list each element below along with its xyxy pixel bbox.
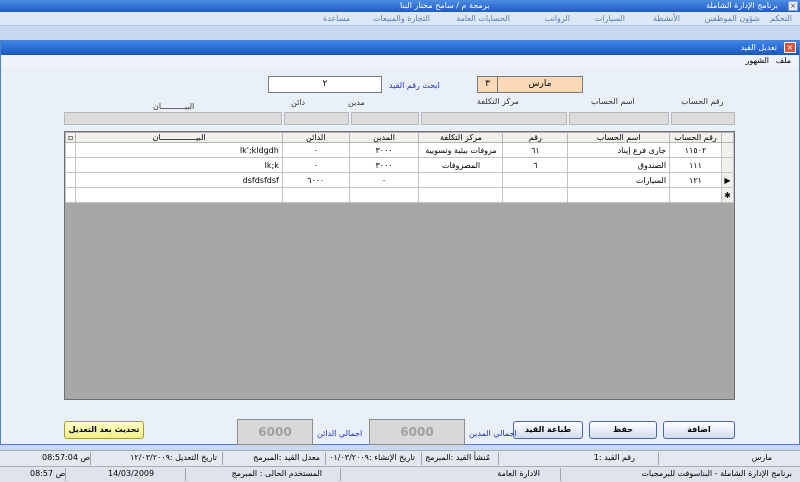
cell-credit[interactable]: ٠ — [281, 157, 350, 173]
cost-center-input[interactable] — [421, 112, 567, 125]
account-no-input[interactable] — [671, 112, 735, 125]
print-entry-button[interactable]: طباعة القيد — [513, 421, 583, 439]
account-name-input[interactable] — [569, 112, 669, 125]
menu-months[interactable]: الشهور — [746, 56, 769, 65]
status-created-date: تاريخ الإنشاء :٠١/٠٣/٢٠٠٩ — [329, 453, 415, 462]
app-subtitle: برمجة م / سامح مختار البنا — [400, 1, 490, 10]
total-credit-label: اجمالي الدائن — [317, 429, 363, 438]
menu-control[interactable]: التحكم — [770, 14, 792, 23]
menu-sales[interactable]: التجارة والمبيعات — [373, 14, 430, 23]
save-button[interactable]: حفظ — [589, 421, 657, 439]
debit-label: مدين — [348, 98, 365, 107]
status-app-name: برنامج الإدارة الشاملة - البناسوفت للبرم… — [641, 469, 792, 478]
col-credit[interactable]: الدائن — [281, 132, 350, 143]
window-title-bar: تعديل القيد × — [1, 41, 799, 55]
cell-debit[interactable]: ٣٠٠٠ — [348, 157, 420, 173]
app-title-bar: برنامج الإدارة الشاملة برمجة م / سامح مخ… — [0, 0, 800, 12]
cell-account-no[interactable]: ١١٥٠٢ — [669, 142, 722, 158]
credit-label: دائن — [291, 98, 306, 107]
menu-activities[interactable]: الأنشطة — [653, 14, 680, 23]
cell-account-name[interactable]: جارى فرع إيناد — [567, 142, 671, 158]
status-time: ص 08:57:04 — [42, 453, 91, 462]
debit-input[interactable] — [351, 112, 419, 125]
cost-center-label: مركز التكلفة — [477, 97, 519, 106]
cell-account-name[interactable]: الصندوق — [567, 157, 671, 173]
update-after-edit-button[interactable]: تحديث بعد التعديل — [64, 421, 144, 439]
close-icon[interactable]: × — [788, 1, 798, 11]
col-num[interactable]: رقم — [502, 132, 569, 143]
col-account-no[interactable]: رقم الحساب — [669, 132, 722, 143]
status-created-by: مُنشأ القيد :المبرمج — [425, 453, 490, 462]
status-month: مارس — [751, 453, 772, 462]
cell-debit[interactable]: ٣٠٠٠ — [348, 142, 420, 158]
entry-status-bar: مارس رقم القيد :1 مُنشأ القيد :المبرمج ت… — [0, 450, 800, 466]
cell-credit[interactable]: ٦٠٠٠ — [281, 172, 350, 188]
cell-description[interactable]: lk;k — [75, 157, 283, 173]
description-label: البيــــــــــان — [153, 102, 195, 111]
cell-account-no[interactable]: ١١١ — [669, 157, 722, 173]
cell-description[interactable]: lk';kldgdh — [75, 142, 283, 158]
app-status-bar: برنامج الإدارة الشاملة - البناسوفت للبرم… — [0, 466, 800, 482]
month-field[interactable]: مارس — [497, 76, 583, 93]
col-cost-center[interactable]: مركز التكلفة — [418, 132, 504, 143]
cell-num[interactable]: ٦ — [502, 157, 569, 173]
cell-cost-center[interactable] — [418, 172, 504, 188]
col-account-name[interactable]: اسم الحساب — [567, 132, 671, 143]
status-department: الادارة العامة — [497, 469, 540, 478]
status-entry-no: رقم القيد :1 — [593, 453, 635, 462]
status-modified-date: تاريخ التعديل :١٢/٠٣/٢٠٠٩ — [130, 453, 217, 462]
account-no-label: رقم الحساب — [681, 97, 724, 106]
entries-table: ▫ البيـــــــــــــــان الدائن المدين مر… — [64, 132, 735, 203]
row-selector[interactable] — [720, 142, 735, 158]
table-row[interactable]: lk;k ٠ ٣٠٠٠ المصروفات ٦ الصندوق ١١١ — [64, 157, 735, 173]
menu-general-accounts[interactable]: الحسابات العامة — [456, 14, 510, 23]
cell-cost-center[interactable]: المصروفات — [418, 157, 504, 173]
add-button[interactable]: اضافة — [663, 421, 735, 439]
description-input[interactable] — [64, 112, 282, 125]
total-debit-value: 6000 — [369, 419, 465, 445]
cell-credit[interactable]: ٠ — [281, 142, 350, 158]
credit-input[interactable] — [284, 112, 349, 125]
cell-num[interactable]: ٦١ — [502, 142, 569, 158]
menu-file[interactable]: ملف — [776, 56, 791, 65]
month-number-field[interactable]: ٣ — [477, 76, 498, 93]
row-selector[interactable] — [720, 157, 735, 173]
new-row-icon[interactable]: ✱ — [720, 187, 735, 203]
cell-num[interactable] — [502, 172, 569, 188]
status-date: 14/03/2009 — [108, 469, 155, 478]
window-title: تعديل القيد — [740, 43, 777, 52]
search-label: ابحث رقم القيد — [389, 81, 440, 90]
window-menu: ملف الشهور — [1, 55, 799, 67]
cell-account-no[interactable]: ١٢١ — [669, 172, 722, 188]
cell-debit[interactable]: ٠ — [348, 172, 420, 188]
current-row-arrow-icon[interactable]: ▶ — [720, 172, 735, 188]
total-debit-label: اجمالي المدين — [469, 429, 517, 438]
menu-employees[interactable]: شؤون الموظفين — [705, 14, 760, 23]
entries-grid[interactable]: ▫ البيـــــــــــــــان الدائن المدين مر… — [64, 131, 735, 400]
cell-cost-center[interactable]: مروفات بيئية وتسويية — [418, 142, 504, 158]
close-window-icon[interactable]: × — [784, 42, 796, 53]
main-menubar: التحكم شؤون الموظفين الأنشطة السيارات ال… — [0, 12, 800, 26]
status-modified-by: معدل القيد :المبرمج — [253, 453, 320, 462]
col-debit[interactable]: المدين — [348, 132, 420, 143]
app-title: برنامج الإدارة الشاملة — [706, 1, 778, 10]
menu-help[interactable]: مساعدة — [323, 14, 350, 23]
total-credit-value: 6000 — [237, 419, 313, 445]
table-row[interactable]: dsfdsfdsf ٦٠٠٠ ٠ السيارات ١٢١ ▶ — [64, 172, 735, 188]
account-name-label: اسم الحساب — [591, 97, 635, 106]
col-description[interactable]: البيـــــــــــــــان — [75, 132, 283, 143]
new-row[interactable]: ✱ — [64, 187, 735, 203]
grid-corner: ▫ — [64, 132, 77, 143]
search-input[interactable]: ٢ — [268, 76, 382, 93]
cell-description[interactable]: dsfdsfdsf — [75, 172, 283, 188]
table-row[interactable]: lk';kldgdh ٠ ٣٠٠٠ مروفات بيئية وتسويية ٦… — [64, 142, 735, 158]
row-header-col — [720, 132, 735, 143]
cell-account-name[interactable]: السيارات — [567, 172, 671, 188]
menu-salaries[interactable]: الرواتب — [545, 14, 570, 23]
status-current-user: المستخدم الحالى : المبرمج — [231, 469, 322, 478]
menu-cars[interactable]: السيارات — [595, 14, 625, 23]
edit-entry-window: تعديل القيد × ملف الشهور مارس ٣ ابحث رقم… — [0, 40, 800, 445]
status-clock: ص 08:57 — [30, 469, 66, 478]
